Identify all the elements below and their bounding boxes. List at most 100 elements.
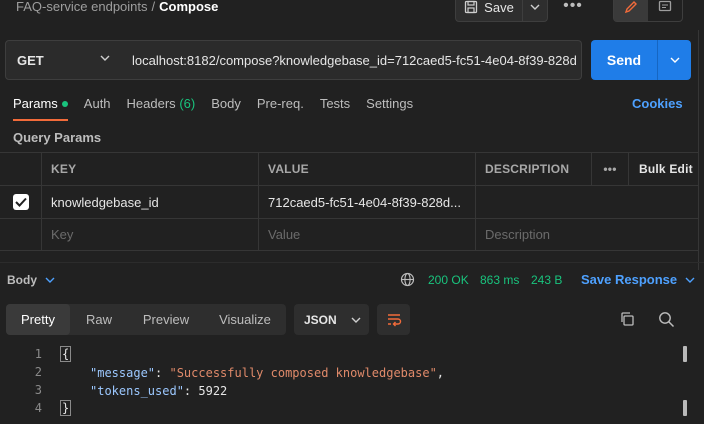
response-time[interactable]: 863 ms (480, 273, 519, 287)
tab-auth[interactable]: Auth (84, 96, 111, 121)
save-button[interactable]: Save (456, 0, 523, 21)
open-brace: { (60, 346, 72, 362)
cookies-link[interactable]: Cookies (632, 96, 683, 111)
tab-preview[interactable]: Preview (128, 304, 204, 335)
new-description-input[interactable]: Description (475, 219, 591, 250)
tab-body[interactable]: Body (211, 96, 241, 121)
tab-label: Body (211, 96, 241, 111)
save-label: Save (484, 0, 514, 15)
method-label: GET (17, 52, 44, 68)
line-number: 1 (34, 347, 42, 361)
json-key: "tokens_used" (90, 384, 184, 398)
chevron-down-icon (670, 57, 679, 63)
chevron-down-icon (685, 277, 695, 283)
save-button-group: Save (455, 0, 548, 22)
tab-label: Pre-req. (256, 96, 304, 111)
header-key: KEY (41, 153, 258, 185)
request-tabs: Params Auth Headers (6) Body Pre-req. Te… (13, 96, 429, 121)
chevron-down-icon (45, 277, 55, 283)
response-size[interactable]: 243 B (531, 273, 562, 287)
format-select[interactable]: JSON (294, 304, 369, 335)
line-number: 4 (34, 401, 42, 415)
row-checkbox-cell (0, 186, 41, 218)
tab-settings[interactable]: Settings (366, 96, 413, 121)
json-string: "Successfully composed knowledgebase" (169, 366, 437, 380)
save-dropdown-button[interactable] (523, 0, 547, 21)
modified-dot-icon (61, 100, 68, 107)
url-input[interactable]: localhost:8182/compose?knowledgebase_id=… (120, 40, 582, 80)
breadcrumb-current[interactable]: Compose (159, 0, 218, 14)
tab-raw[interactable]: Raw (70, 304, 128, 335)
param-description[interactable] (475, 186, 591, 218)
comment-icon (658, 0, 672, 12)
line-number: 3 (34, 383, 42, 397)
bulk-edit-button[interactable]: Bulk Edit (628, 153, 698, 185)
more-options-button[interactable]: ••• (562, 0, 584, 16)
params-table: KEY VALUE DESCRIPTION ••• Bulk Edit know… (0, 152, 698, 252)
chevron-down-icon (530, 4, 540, 10)
tab-label: Params (13, 96, 58, 111)
tab-headers[interactable]: Headers (6) (127, 96, 196, 121)
header-value: VALUE (258, 153, 475, 185)
response-body-label: Body (7, 273, 37, 287)
tab-pretty[interactable]: Pretty (6, 304, 70, 335)
json-line: "tokens_used": 5922 (90, 384, 227, 398)
send-button[interactable]: Send (591, 40, 658, 80)
wrap-lines-button[interactable] (377, 304, 410, 335)
tab-pre-request[interactable]: Pre-req. (257, 96, 304, 121)
json-line: "message": "Successfully composed knowle… (90, 366, 444, 380)
json-colon: : (183, 384, 199, 398)
chevron-down-icon (351, 317, 361, 323)
new-value-input[interactable]: Value (258, 219, 475, 250)
tab-count: (6) (179, 96, 196, 111)
url-text: localhost:8182/compose?knowledgebase_id=… (132, 52, 577, 68)
scrollbar-marker[interactable] (683, 346, 687, 362)
tab-label: Settings (366, 96, 414, 111)
row-checkbox[interactable] (12, 194, 29, 210)
tab-tests[interactable]: Tests (320, 96, 350, 121)
json-comma: , (436, 366, 445, 380)
column-options-button[interactable]: ••• (591, 153, 628, 185)
tab-label: Tests (319, 96, 351, 111)
query-params-title: Query Params (13, 130, 102, 145)
scrollbar-marker[interactable] (683, 400, 687, 416)
json-number: 5922 (198, 384, 228, 398)
send-dropdown-button[interactable] (658, 40, 691, 80)
save-response-label: Save Response (581, 272, 678, 287)
table-row-new: Key Value Description (0, 218, 698, 251)
response-status[interactable]: 200 OK (428, 273, 469, 287)
row-spacer (591, 186, 628, 218)
param-value[interactable]: 712caed5-fc51-4e04-8f39-828d... (258, 186, 475, 218)
row-spacer (591, 219, 628, 250)
tab-params[interactable]: Params (13, 96, 68, 121)
save-icon (465, 0, 478, 14)
header-description: DESCRIPTION (475, 153, 591, 185)
table-header-row: KEY VALUE DESCRIPTION ••• Bulk Edit (0, 152, 698, 185)
globe-icon[interactable] (400, 272, 415, 287)
header-checkbox-cell (0, 153, 41, 185)
save-response-button[interactable]: Save Response (581, 272, 695, 287)
pencil-icon (624, 1, 637, 14)
edit-view-button[interactable] (614, 0, 648, 21)
response-body-dropdown[interactable]: Body (7, 273, 55, 287)
copy-icon[interactable] (619, 311, 635, 327)
tab-label: Headers (126, 96, 176, 111)
comments-view-button[interactable] (648, 0, 682, 21)
send-button-group: Send (591, 40, 691, 80)
chevron-down-icon (100, 55, 110, 61)
response-view-tabs: Pretty Raw Preview Visualize (6, 304, 286, 335)
new-key-input[interactable]: Key (41, 219, 258, 250)
json-colon: : (155, 366, 170, 380)
tab-visualize[interactable]: Visualize (204, 304, 286, 335)
search-icon[interactable] (658, 311, 675, 328)
row-checkbox-cell (0, 219, 41, 250)
table-row: knowledgebase_id 712caed5-fc51-4e04-8f39… (0, 185, 698, 218)
breadcrumb-separator: / (151, 0, 156, 14)
check-icon (14, 197, 27, 207)
close-brace: } (60, 400, 72, 416)
panel-divider (698, 30, 699, 270)
method-select[interactable]: GET (5, 40, 121, 80)
param-key[interactable]: knowledgebase_id (41, 186, 258, 218)
breadcrumb-parent[interactable]: FAQ-service endpoints (16, 0, 148, 14)
response-divider (0, 262, 704, 263)
